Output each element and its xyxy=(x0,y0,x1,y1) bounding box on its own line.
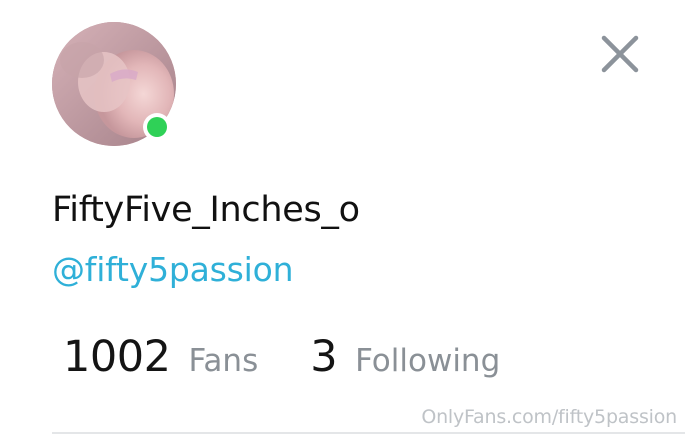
display-name: FiftyFive_Inches_o xyxy=(52,190,360,230)
fans-label[interactable]: Fans xyxy=(188,343,258,379)
profile-stats: 1002 Fans 3 Following xyxy=(63,332,500,382)
divider xyxy=(52,432,685,434)
following-count[interactable]: 3 xyxy=(310,332,337,382)
following-label[interactable]: Following xyxy=(355,343,500,379)
fans-count[interactable]: 1002 xyxy=(63,332,171,382)
profile-card: FiftyFive_Inches_o @fifty5passion 1002 F… xyxy=(0,0,685,437)
avatar[interactable] xyxy=(52,22,176,146)
watermark-text: OnlyFans.com/fifty5passion xyxy=(421,406,677,428)
username-link[interactable]: @fifty5passion xyxy=(52,250,294,289)
close-button[interactable] xyxy=(597,31,643,77)
online-status-dot xyxy=(143,113,171,141)
close-icon xyxy=(601,35,639,73)
